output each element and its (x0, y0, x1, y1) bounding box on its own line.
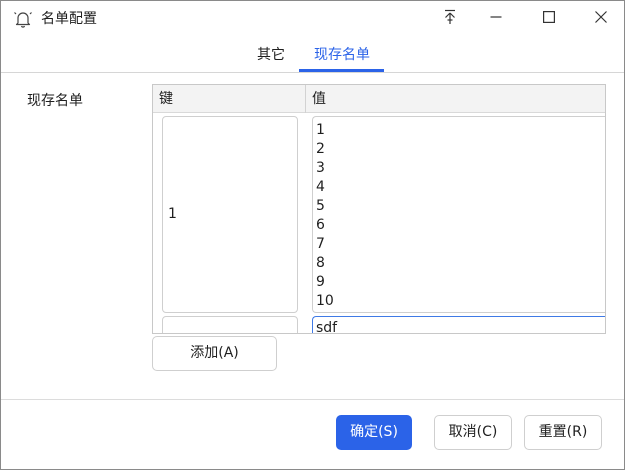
value-line: 7 (316, 236, 325, 252)
key-input-text: 1 (168, 206, 177, 222)
active-tab-indicator (299, 69, 384, 72)
value-line: 6 (316, 217, 325, 233)
list-table: 键 值 1 1 2 3 4 5 6 7 8 9 10 sdf (152, 84, 606, 334)
bell-icon (13, 9, 33, 29)
title-bar[interactable]: 名单配置 (1, 1, 624, 37)
value-line: 9 (316, 274, 325, 290)
close-icon (595, 11, 607, 27)
column-header-value[interactable]: 值 (306, 85, 605, 113)
value-line: 4 (316, 179, 325, 195)
value-line: 3 (316, 160, 325, 176)
value-line: 5 (316, 198, 325, 214)
value-line: sdf (316, 320, 338, 334)
cancel-button[interactable]: 取消(C) (434, 415, 512, 450)
close-button[interactable] (578, 1, 624, 37)
pin-icon (443, 9, 457, 29)
value-line: 2 (316, 141, 325, 157)
existing-list-label: 现存名单 (27, 93, 83, 109)
maximize-icon (543, 11, 556, 27)
value-textarea-focused[interactable]: sdf (312, 316, 605, 334)
minimize-button[interactable] (473, 1, 519, 37)
column-header-key[interactable]: 键 (153, 85, 306, 113)
confirm-button[interactable]: 确定(S) (336, 415, 412, 450)
value-line: 10 (316, 293, 334, 309)
value-line: 1 (316, 122, 325, 138)
pin-button[interactable] (427, 1, 473, 37)
window-title: 名单配置 (41, 11, 97, 27)
maximize-button[interactable] (526, 1, 572, 37)
config-dialog: 名单配置 其它 现存名单 现存名单 键 值 1 1 2 3 4 5 6 7 8 … (0, 0, 625, 470)
footer-divider (1, 399, 624, 400)
tab-other[interactable]: 其它 (249, 45, 293, 71)
value-line: 8 (316, 255, 325, 271)
value-textarea[interactable]: 1 2 3 4 5 6 7 8 9 10 (312, 116, 605, 313)
table-header: 键 值 (153, 85, 605, 113)
reset-button[interactable]: 重置(R) (524, 415, 602, 450)
key-input[interactable]: 1 (162, 116, 298, 313)
add-button[interactable]: 添加(A) (152, 336, 277, 371)
tab-bar: 其它 现存名单 (1, 39, 624, 73)
key-input[interactable] (162, 316, 298, 333)
minimize-icon (490, 11, 502, 27)
tab-existing-list[interactable]: 现存名单 (301, 45, 383, 71)
